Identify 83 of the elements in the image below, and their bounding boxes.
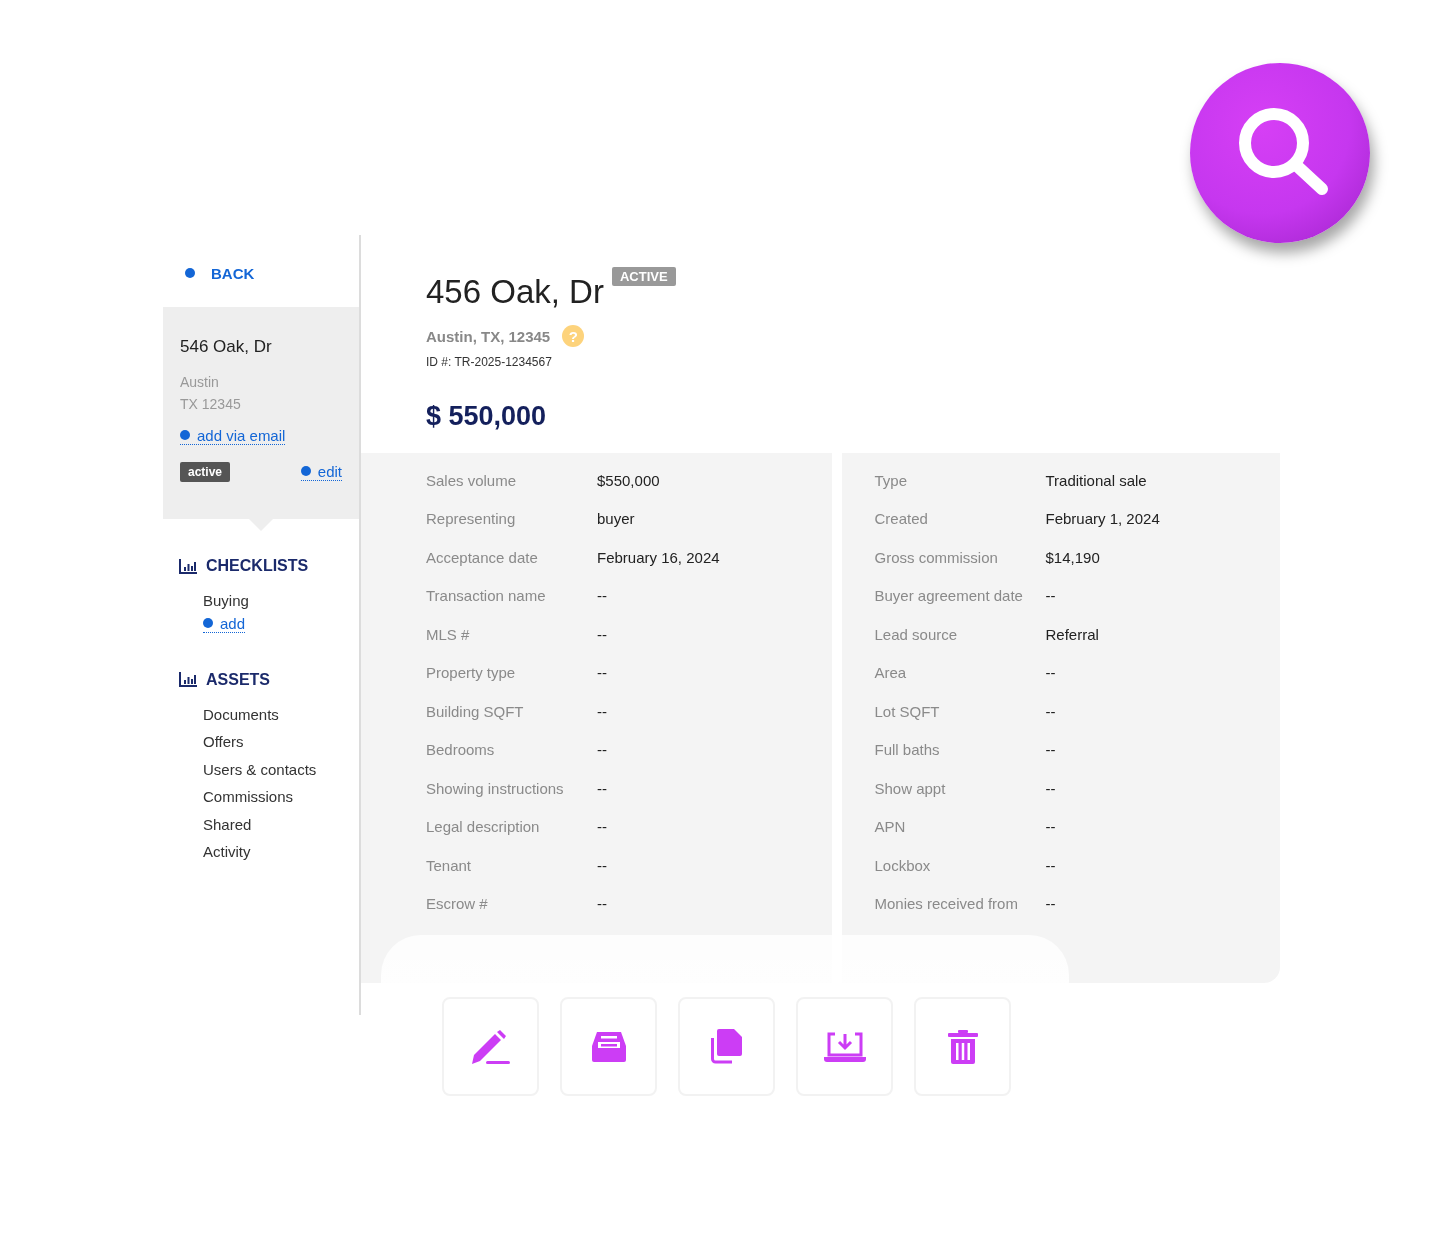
nav-item[interactable]: Offers bbox=[203, 728, 359, 756]
pencil-icon bbox=[471, 1029, 510, 1064]
field-label: Full baths bbox=[874, 741, 941, 759]
nav-item[interactable]: Documents bbox=[203, 700, 359, 728]
field-label: Buyer agreement date bbox=[874, 587, 1024, 605]
field-label: Representing bbox=[426, 510, 517, 528]
field-label: Showing instructions bbox=[426, 779, 565, 797]
field-value: -- bbox=[597, 625, 607, 643]
field-label: Monies received from bbox=[874, 895, 1019, 913]
field-value: February 1, 2024 bbox=[1045, 510, 1160, 528]
field-label: Acceptance date bbox=[426, 548, 539, 566]
card-city: Austin bbox=[180, 373, 220, 392]
field-label: Building SQFT bbox=[426, 702, 525, 720]
field-value: -- bbox=[597, 895, 607, 913]
nav-item[interactable]: Users & contacts bbox=[203, 755, 359, 783]
field-value: -- bbox=[1045, 587, 1056, 605]
card-state-zip: TX 12345 bbox=[180, 395, 242, 414]
nav-item[interactable]: Buying bbox=[203, 587, 359, 615]
field-value: -- bbox=[597, 587, 607, 605]
status-badge: ACTIVE bbox=[611, 267, 676, 286]
edit-button[interactable] bbox=[442, 997, 539, 1096]
copy-button[interactable] bbox=[678, 997, 775, 1096]
field-value: -- bbox=[597, 702, 607, 720]
field-value: $14,190 bbox=[1045, 548, 1100, 566]
field-label: Type bbox=[874, 471, 909, 489]
field-value: Traditional sale bbox=[1045, 471, 1147, 489]
add-link[interactable]: add bbox=[203, 614, 246, 633]
nav-item[interactable]: Commissions bbox=[203, 783, 359, 811]
laptop-download-icon bbox=[823, 1031, 866, 1062]
download-button[interactable] bbox=[796, 997, 893, 1096]
field-label: Escrow # bbox=[426, 895, 489, 913]
field-value: -- bbox=[1045, 818, 1056, 836]
field-value: -- bbox=[597, 664, 607, 682]
add-via-email-link[interactable]: add via email bbox=[180, 427, 286, 445]
field-value: -- bbox=[1045, 741, 1056, 759]
address-text: Austin, TX, 12345 bbox=[426, 327, 551, 345]
archive-button[interactable] bbox=[560, 997, 657, 1096]
field-value: -- bbox=[597, 818, 607, 836]
field-value: $550,000 bbox=[597, 471, 660, 489]
id-text: ID #: TR-2025-1234567 bbox=[426, 355, 553, 369]
field-value: -- bbox=[1045, 702, 1056, 720]
field-value: -- bbox=[1045, 895, 1056, 913]
tray-icon bbox=[591, 1031, 626, 1062]
bar-chart-icon bbox=[179, 672, 197, 687]
field-label: Lead source bbox=[874, 625, 959, 643]
field-value: -- bbox=[1045, 856, 1056, 874]
section-heading: ASSETS bbox=[206, 670, 270, 689]
field-label: Created bbox=[874, 510, 929, 528]
copy-icon bbox=[710, 1029, 743, 1064]
field-label: Transaction name bbox=[426, 587, 547, 605]
field-label: APN bbox=[874, 818, 907, 836]
field-label: Property type bbox=[426, 664, 517, 682]
field-value: -- bbox=[597, 741, 607, 759]
price-text: $ 550,000 bbox=[426, 401, 548, 432]
field-label: Tenant bbox=[426, 856, 473, 874]
field-label: Lockbox bbox=[874, 856, 932, 874]
field-value: Referral bbox=[1045, 625, 1099, 643]
field-label: Gross commission bbox=[874, 548, 999, 566]
card-title: 546 Oak, Dr bbox=[180, 337, 273, 357]
field-label: MLS # bbox=[426, 625, 471, 643]
search-icon bbox=[1238, 107, 1330, 197]
field-label: Lot SQFT bbox=[874, 702, 941, 720]
field-value: -- bbox=[597, 856, 607, 874]
field-label: Area bbox=[874, 664, 908, 682]
property-title: 456 Oak, Dr bbox=[426, 273, 604, 311]
trash-icon bbox=[947, 1029, 978, 1064]
status-badge: active bbox=[180, 462, 231, 482]
nav-item[interactable]: Shared bbox=[203, 810, 359, 838]
field-label: Show appt bbox=[874, 779, 947, 797]
field-label: Sales volume bbox=[426, 471, 518, 489]
field-value: -- bbox=[1045, 664, 1056, 682]
edit-link[interactable]: edit bbox=[300, 463, 342, 481]
field-value: -- bbox=[597, 779, 607, 797]
field-value: buyer bbox=[597, 510, 635, 528]
field-label: Legal description bbox=[426, 818, 541, 836]
field-value: -- bbox=[1045, 779, 1056, 797]
bar-chart-icon bbox=[179, 558, 197, 574]
delete-button[interactable] bbox=[914, 997, 1011, 1096]
field-label: Bedrooms bbox=[426, 741, 496, 759]
section-heading: CHECKLISTS bbox=[206, 557, 309, 575]
back-link[interactable]: BACK bbox=[185, 265, 255, 282]
field-value: February 16, 2024 bbox=[597, 548, 720, 566]
nav-item[interactable]: Activity bbox=[203, 838, 359, 866]
